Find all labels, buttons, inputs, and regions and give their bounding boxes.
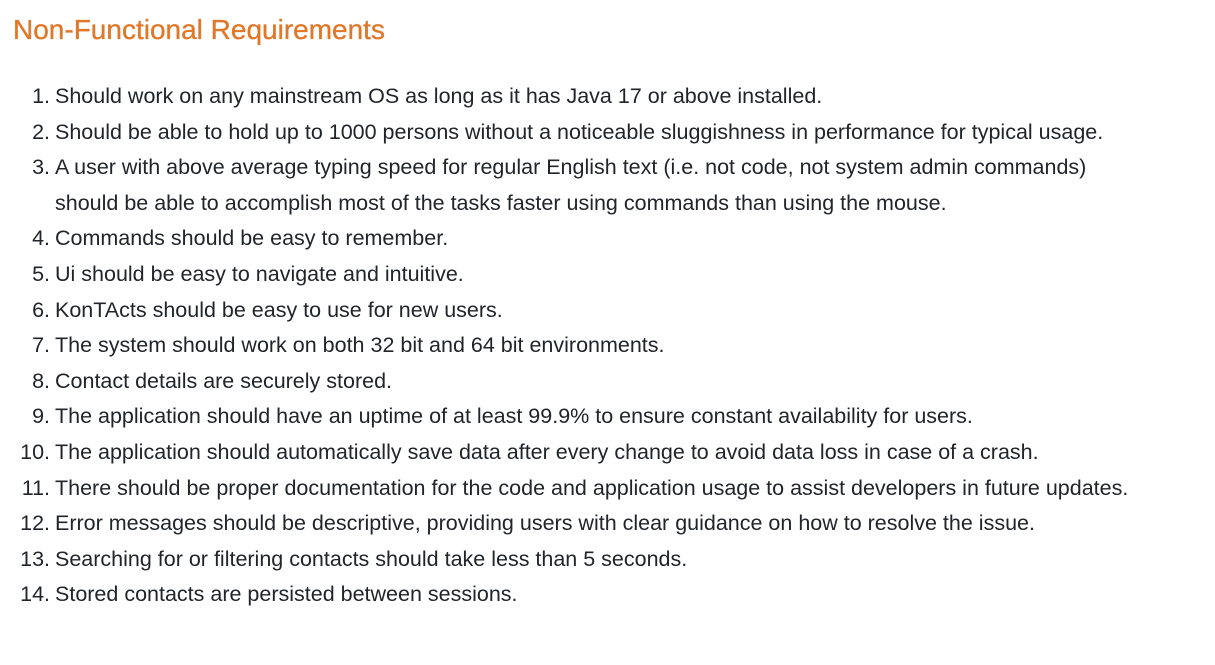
list-item: 2. Should be able to hold up to 1000 pers… — [0, 115, 1215, 151]
list-item: 8. Contact details are securely stored. — [0, 364, 1215, 400]
requirements-list: 1. Should work on any mainstream OS as lo… — [0, 79, 1215, 613]
list-item-text: There should be proper documentation for… — [55, 475, 1129, 500]
list-item-number: 2. — [32, 119, 50, 144]
list-item-number: 14. — [20, 582, 50, 607]
list-item-number: 4. — [32, 226, 50, 251]
list-item-number: 7. — [32, 333, 50, 358]
list-item-text: The system should work on both 32 bit an… — [55, 333, 665, 358]
list-item-text: Should be able to hold up to 1000 person… — [55, 119, 1104, 144]
list-item: 12. Error messages should be descriptive,… — [0, 506, 1215, 542]
list-item: 3. A user with above average typing speed… — [0, 150, 1215, 221]
list-item-text: The application should automatically sav… — [55, 439, 1039, 464]
list-item: 6. KonTActs should be easy to use for new… — [0, 293, 1215, 329]
list-item: 1. Should work on any mainstream OS as lo… — [0, 79, 1215, 115]
list-item-number: 11. — [21, 475, 50, 500]
list-item-number: 5. — [32, 261, 50, 286]
list-item-text: A user with above average typing speed f… — [55, 155, 1087, 215]
list-item-text: Stored contacts are persisted between se… — [55, 582, 518, 607]
page-title: Non-Functional Requirements — [13, 14, 385, 45]
list-item: 4. Commands should be easy to remember. — [0, 221, 1215, 257]
list-item: 13. Searching for or filtering contacts s… — [0, 542, 1215, 578]
list-item-text: The application should have an uptime of… — [55, 404, 973, 429]
list-item-text: KonTActs should be easy to use for new u… — [55, 297, 503, 322]
list-item-number: 10. — [20, 439, 50, 464]
list-item-number: 13. — [20, 546, 50, 571]
list-item: 14. Stored contacts are persisted between… — [0, 577, 1215, 613]
list-item: 7. The system should work on both 32 bit … — [0, 328, 1215, 364]
list-item-text: Ui should be easy to navigate and intuit… — [55, 261, 464, 286]
list-item-number: 8. — [32, 368, 50, 393]
list-item: 11. There should be proper documentation … — [0, 471, 1215, 507]
list-item: 10. The application should automatically … — [0, 435, 1215, 471]
list-item-number: 3. — [32, 155, 50, 180]
list-item-number: 12. — [20, 511, 50, 536]
list-item-text: Searching for or filtering contacts shou… — [55, 546, 688, 571]
list-item-number: 1. — [32, 84, 50, 108]
list-item-text: Error messages should be descriptive, pr… — [55, 511, 1035, 536]
list-item-text: Commands should be easy to remember. — [55, 226, 449, 251]
list-item-text: Should work on any mainstream OS as long… — [55, 84, 823, 108]
list-item-number: 6. — [32, 297, 50, 322]
list-item-number: 9. — [32, 404, 50, 429]
list-item: 9. The application should have an uptime … — [0, 399, 1215, 435]
list-item-text: Contact details are securely stored. — [55, 368, 392, 393]
list-item: 5. Ui should be easy to navigate and intu… — [0, 257, 1215, 293]
